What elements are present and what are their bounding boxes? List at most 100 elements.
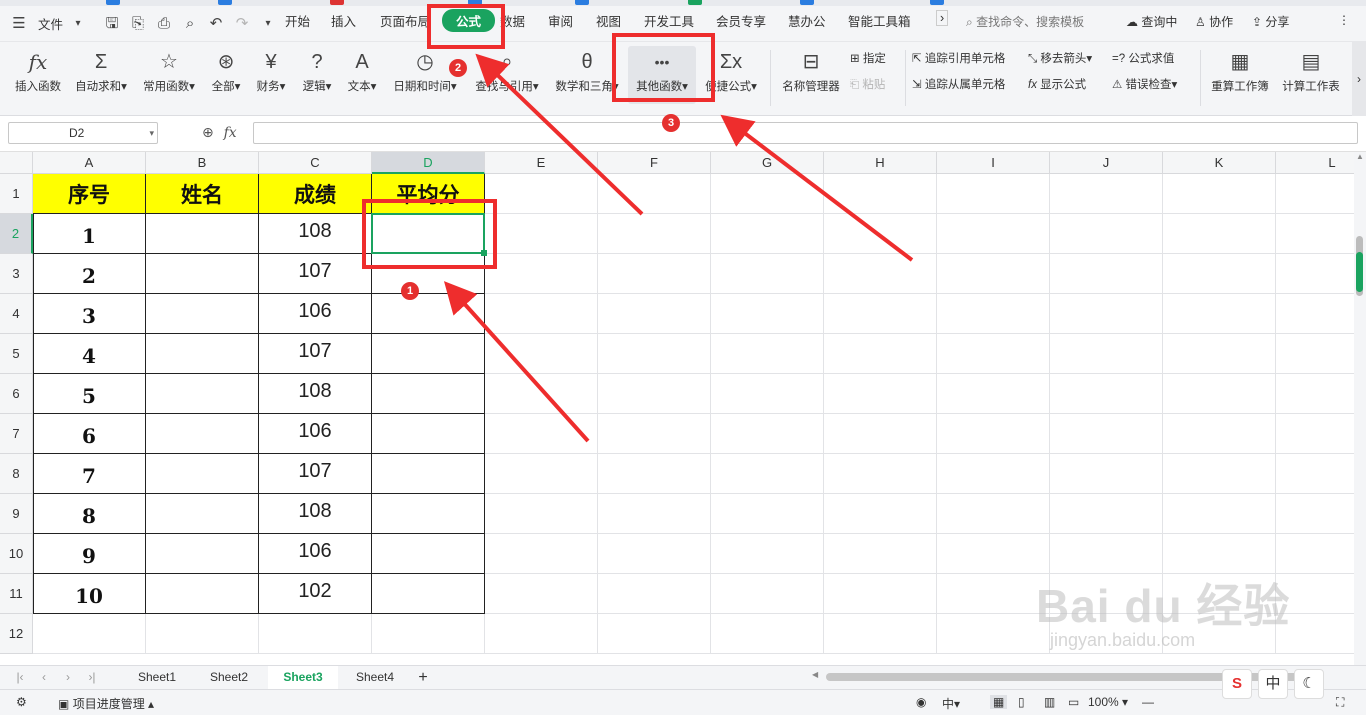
undo-icon[interactable]: ↶	[207, 15, 225, 33]
tab-sheet3[interactable]: Sheet3	[268, 666, 338, 689]
score-cell[interactable]: 107	[259, 454, 372, 494]
row-header[interactable]: 10	[0, 534, 33, 574]
ribbon-scroll-right-icon[interactable]: ›	[1352, 42, 1366, 116]
col-header[interactable]: J	[1050, 152, 1163, 174]
tab-insert[interactable]: 插入	[331, 11, 356, 30]
row-header[interactable]: 1	[0, 174, 33, 214]
tab-sheet2[interactable]: Sheet2	[196, 666, 262, 689]
share-button[interactable]: ⇪ 分享	[1252, 13, 1289, 30]
text-button[interactable]: A 文本▾	[342, 48, 382, 94]
row-header[interactable]: 5	[0, 334, 33, 374]
scroll-thumb-active[interactable]	[1356, 252, 1363, 292]
tab-page-layout[interactable]: 页面布局	[380, 11, 430, 30]
average-cell[interactable]	[372, 374, 485, 414]
tab-member[interactable]: 会员专享	[716, 11, 766, 30]
language-button[interactable]: 中▾	[942, 695, 960, 712]
tab-developer[interactable]: 开发工具	[644, 11, 694, 30]
name-cell[interactable]	[146, 534, 259, 574]
seq-cell[interactable]: 7	[33, 454, 146, 494]
score-cell[interactable]: 108	[259, 374, 372, 414]
zoom-icon[interactable]: ⊕	[202, 124, 214, 140]
seq-cell[interactable]: 6	[33, 414, 146, 454]
score-cell[interactable]: 106	[259, 294, 372, 334]
row-header[interactable]: 8	[0, 454, 33, 494]
search-input[interactable]: 查找命令、搜索模板	[976, 15, 1084, 29]
col-header[interactable]: H	[824, 152, 937, 174]
query-button[interactable]: ☁ 查询中	[1126, 13, 1177, 30]
name-cell[interactable]	[146, 574, 259, 614]
row-header[interactable]: 6	[0, 374, 33, 414]
seq-cell[interactable]: 5	[33, 374, 146, 414]
row-header[interactable]: 12	[0, 614, 33, 654]
macro-icon[interactable]: ⚙	[16, 695, 27, 709]
average-cell[interactable]	[372, 534, 485, 574]
name-cell[interactable]	[146, 454, 259, 494]
ime-lang-toggle[interactable]: 中	[1258, 669, 1288, 699]
header-cell[interactable]: 序号	[33, 174, 146, 214]
average-cell[interactable]	[372, 414, 485, 454]
specify-button[interactable]: ⊞ 指定	[850, 50, 886, 66]
tab-sheet1[interactable]: Sheet1	[124, 666, 190, 689]
trace-dependents-button[interactable]: ⇲ 追踪从属单元格	[912, 76, 1005, 92]
tab-view[interactable]: 视图	[596, 11, 621, 30]
average-cell[interactable]	[372, 574, 485, 614]
col-header[interactable]: I	[937, 152, 1050, 174]
fx-icon[interactable]: fx	[224, 125, 237, 141]
name-cell[interactable]	[146, 254, 259, 294]
col-header[interactable]: G	[711, 152, 824, 174]
redo-icon[interactable]: ↷	[233, 15, 251, 33]
sogou-ime-icon[interactable]: S	[1222, 669, 1252, 699]
col-header[interactable]: F	[598, 152, 711, 174]
project-button[interactable]: ▣ 项目进度管理 ▴	[58, 695, 154, 712]
seq-cell[interactable]: 2	[33, 254, 146, 294]
vertical-scrollbar[interactable]: ▲	[1354, 152, 1366, 665]
row-header[interactable]: 4	[0, 294, 33, 334]
score-cell[interactable]: 107	[259, 254, 372, 294]
seq-cell[interactable]: 10	[33, 574, 146, 614]
score-cell[interactable]: 108	[259, 214, 372, 254]
scroll-up-icon[interactable]: ▲	[1354, 152, 1366, 161]
name-cell[interactable]	[146, 334, 259, 374]
average-cell[interactable]	[372, 494, 485, 534]
row-header[interactable]: 9	[0, 494, 33, 534]
evaluate-formula-button[interactable]: =? 公式求值	[1112, 50, 1174, 66]
name-cell[interactable]	[146, 374, 259, 414]
tab-toolbox[interactable]: 智能工具箱	[848, 11, 911, 30]
show-formula-button[interactable]: fx 显示公式	[1028, 76, 1086, 92]
tab-sheet4[interactable]: Sheet4	[342, 666, 408, 689]
score-cell[interactable]: 102	[259, 574, 372, 614]
name-manager-button[interactable]: ⊟ 名称管理器	[778, 48, 844, 94]
recalc-workbook-button[interactable]: ▦ 重算工作簿	[1208, 48, 1272, 94]
seq-cell[interactable]: 9	[33, 534, 146, 574]
more-tabs-icon[interactable]: ›	[936, 10, 949, 26]
customize-icon[interactable]: ▾	[259, 15, 277, 33]
autosum-button[interactable]: Σ 自动求和▾	[70, 48, 132, 94]
row-header[interactable]: 2	[0, 214, 33, 254]
remove-arrows-button[interactable]: ⤡ 移去箭头▾	[1028, 50, 1092, 66]
seq-cell[interactable]: 1	[33, 214, 146, 254]
name-cell[interactable]	[146, 214, 259, 254]
col-header[interactable]: C	[259, 152, 372, 174]
average-cell[interactable]	[372, 454, 485, 494]
tab-home[interactable]: 开始	[285, 11, 310, 30]
file-menu[interactable]: 文件	[32, 14, 69, 33]
score-cell[interactable]: 107	[259, 334, 372, 374]
finance-button[interactable]: ¥ 财务▾	[252, 48, 290, 94]
row-header[interactable]: 3	[0, 254, 33, 294]
scroll-left-icon[interactable]: ◀	[812, 670, 818, 679]
insert-function-button[interactable]: fx 插入函数	[10, 48, 66, 94]
save-icon[interactable]: 🖫	[103, 15, 121, 33]
lookup-button[interactable]: ⌕ 查找与引用▾	[470, 48, 544, 94]
more-icon[interactable]: ⋮	[1338, 13, 1350, 27]
name-cell[interactable]	[146, 294, 259, 334]
preview-icon[interactable]: ⌕	[181, 15, 199, 33]
page-layout-view-icon[interactable]: ▯	[1018, 695, 1025, 709]
page-break-view-icon[interactable]: ▥	[1044, 695, 1055, 709]
reading-view-icon[interactable]: ▭	[1068, 695, 1079, 709]
name-cell[interactable]	[146, 414, 259, 454]
col-header[interactable]: L	[1276, 152, 1354, 174]
score-cell[interactable]: 108	[259, 494, 372, 534]
paste-name-button[interactable]: ⎗ 粘贴	[850, 76, 885, 92]
col-header[interactable]: A	[33, 152, 146, 174]
score-cell[interactable]: 106	[259, 414, 372, 454]
